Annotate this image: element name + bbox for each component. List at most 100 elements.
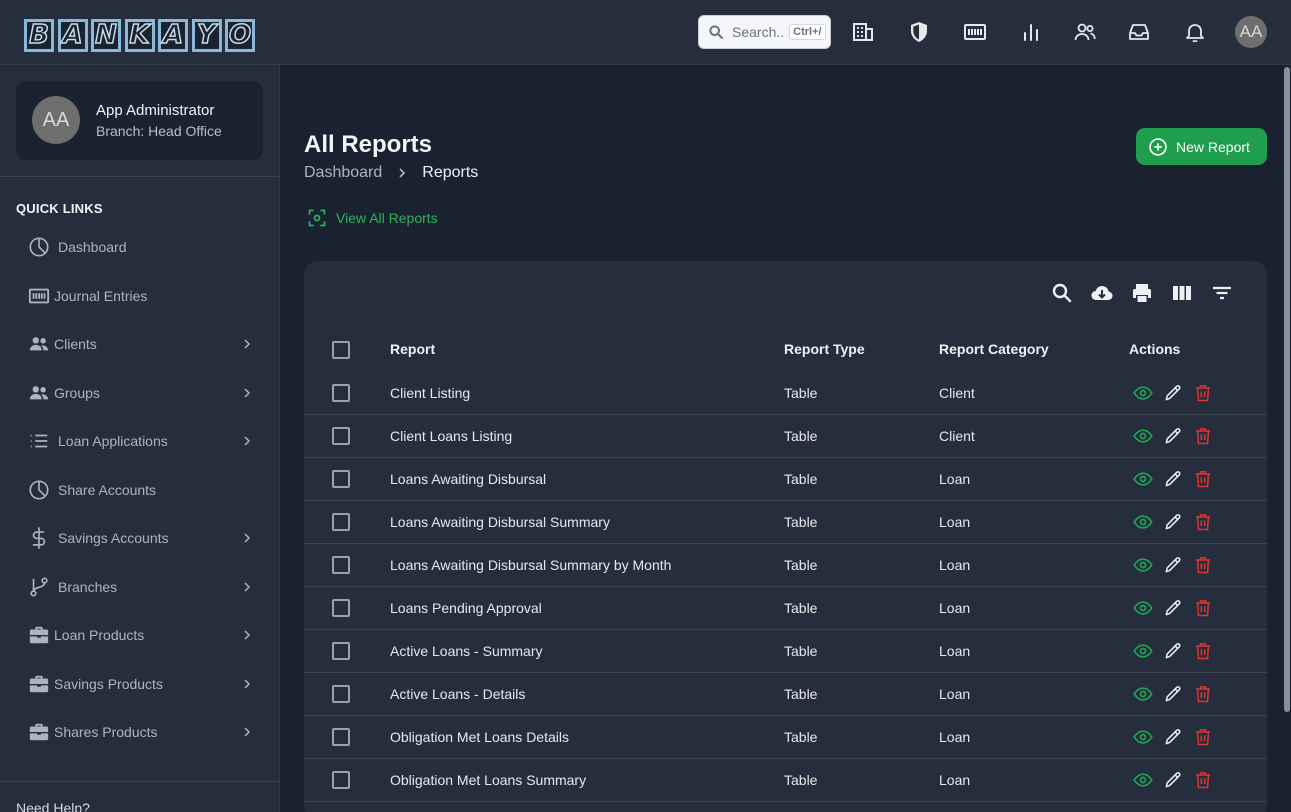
reports-table-card: Report Report Type Report Category Actio… xyxy=(304,261,1267,812)
table-row[interactable]: Active Loans - Summary Table Loan xyxy=(304,630,1267,673)
user-card[interactable]: AA App Administrator Branch: Head Office xyxy=(16,81,263,160)
view-eye-icon[interactable] xyxy=(1133,727,1153,747)
row-checkbox[interactable] xyxy=(332,470,350,488)
inbox-icon[interactable] xyxy=(1127,20,1151,44)
view-eye-icon[interactable] xyxy=(1133,641,1153,661)
table-row[interactable]: Obligation Met Loans Summary Table Loan xyxy=(304,759,1267,802)
row-checkbox[interactable] xyxy=(332,384,350,402)
delete-trash-icon[interactable] xyxy=(1193,770,1213,790)
chevron-right-icon xyxy=(244,727,251,737)
edit-pencil-icon[interactable] xyxy=(1163,555,1183,575)
report-name-cell[interactable]: Client Loans Listing xyxy=(390,428,512,444)
report-name-cell[interactable]: Loans Awaiting Disbursal Summary xyxy=(390,514,610,530)
report-category-cell: Loan xyxy=(939,514,971,530)
breadcrumb-dashboard-link[interactable]: Dashboard xyxy=(304,164,382,182)
delete-trash-icon[interactable] xyxy=(1193,684,1213,704)
report-name-cell[interactable]: Active Loans - Details xyxy=(390,686,525,702)
row-checkbox[interactable] xyxy=(332,599,350,617)
delete-trash-icon[interactable] xyxy=(1193,727,1213,747)
row-checkbox[interactable] xyxy=(332,728,350,746)
help-link[interactable]: Need Help? xyxy=(16,800,90,812)
search-icon[interactable] xyxy=(1050,281,1074,305)
view-eye-icon[interactable] xyxy=(1133,383,1153,403)
user-avatar[interactable]: AA xyxy=(1235,16,1267,48)
edit-pencil-icon[interactable] xyxy=(1163,727,1183,747)
column-header-report-category[interactable]: Report Category xyxy=(939,341,1049,357)
delete-trash-icon[interactable] xyxy=(1193,469,1213,489)
edit-pencil-icon[interactable] xyxy=(1163,641,1183,661)
report-name-cell[interactable]: Loans Awaiting Disbursal xyxy=(390,471,546,487)
cloud-download-icon[interactable] xyxy=(1090,281,1114,305)
table-row[interactable]: Client Loans Listing Table Client xyxy=(304,415,1267,458)
view-eye-icon[interactable] xyxy=(1133,469,1153,489)
column-header-report[interactable]: Report xyxy=(390,341,435,357)
print-icon[interactable] xyxy=(1130,281,1154,305)
view-eye-icon[interactable] xyxy=(1133,684,1153,704)
report-name-cell[interactable]: Active Loans - Summary xyxy=(390,643,543,659)
delete-trash-icon[interactable] xyxy=(1193,641,1213,661)
bell-icon[interactable] xyxy=(1183,20,1207,44)
users-icon[interactable] xyxy=(1073,20,1097,44)
delete-trash-icon[interactable] xyxy=(1193,426,1213,446)
edit-pencil-icon[interactable] xyxy=(1163,598,1183,618)
delete-trash-icon[interactable] xyxy=(1193,598,1213,618)
sidebar-item-branches[interactable]: Branches xyxy=(16,567,263,607)
sidebar-item-shares-products[interactable]: Shares Products xyxy=(16,712,263,752)
sidebar-item-clients[interactable]: Clients xyxy=(16,324,263,364)
row-checkbox[interactable] xyxy=(332,556,350,574)
delete-trash-icon[interactable] xyxy=(1193,555,1213,575)
view-eye-icon[interactable] xyxy=(1133,426,1153,446)
delete-trash-icon[interactable] xyxy=(1193,383,1213,403)
row-checkbox[interactable] xyxy=(332,642,350,660)
select-all-checkbox[interactable] xyxy=(332,341,350,359)
report-name-cell[interactable]: Obligation Met Loans Details xyxy=(390,729,569,745)
edit-pencil-icon[interactable] xyxy=(1163,469,1183,489)
table-row[interactable]: Loans Awaiting Disbursal Summary by Mont… xyxy=(304,544,1267,587)
columns-icon[interactable] xyxy=(1170,281,1194,305)
report-name-cell[interactable]: Loans Awaiting Disbursal Summary by Mont… xyxy=(390,557,671,573)
table-row[interactable]: Obligation Met Loans Details Table Loan xyxy=(304,716,1267,759)
ledger-icon[interactable] xyxy=(963,20,987,44)
table-row[interactable]: Active Loans - Details Table Loan xyxy=(304,673,1267,716)
view-eye-icon[interactable] xyxy=(1133,555,1153,575)
view-all-reports-link[interactable]: View All Reports xyxy=(307,208,438,228)
edit-pencil-icon[interactable] xyxy=(1163,512,1183,532)
sidebar-item-savings-accounts[interactable]: Savings Accounts xyxy=(16,518,263,558)
edit-pencil-icon[interactable] xyxy=(1163,770,1183,790)
sidebar-item-share-accounts[interactable]: Share Accounts xyxy=(16,470,263,510)
view-eye-icon[interactable] xyxy=(1133,598,1153,618)
shield-icon[interactable] xyxy=(907,20,931,44)
row-checkbox[interactable] xyxy=(332,513,350,531)
app-logo[interactable]: B A N K A Y O xyxy=(24,19,259,52)
filter-icon[interactable] xyxy=(1210,281,1234,305)
bar-chart-icon[interactable] xyxy=(1019,20,1043,44)
table-row[interactable]: Loans Pending Approval Table Loan xyxy=(304,587,1267,630)
new-report-button[interactable]: New Report xyxy=(1136,128,1267,165)
report-name-cell[interactable]: Obligation Met Loans Summary xyxy=(390,772,586,788)
report-name-cell[interactable]: Client Listing xyxy=(390,385,470,401)
sidebar-item-loan-products[interactable]: Loan Products xyxy=(16,615,263,655)
edit-pencil-icon[interactable] xyxy=(1163,684,1183,704)
report-name-cell[interactable]: Loans Pending Approval xyxy=(390,600,542,616)
column-header-report-type[interactable]: Report Type xyxy=(784,341,865,357)
view-eye-icon[interactable] xyxy=(1133,770,1153,790)
global-search-input[interactable]: Search.. Ctrl+/ xyxy=(698,15,831,49)
table-row[interactable]: Loans Awaiting Disbursal Summary Table Loa… xyxy=(304,501,1267,544)
edit-pencil-icon[interactable] xyxy=(1163,426,1183,446)
sidebar-item-dashboard[interactable]: Dashboard xyxy=(16,227,263,267)
scrollbar-thumb[interactable] xyxy=(1284,67,1290,712)
view-eye-icon[interactable] xyxy=(1133,512,1153,532)
page-scrollbar[interactable] xyxy=(1283,65,1291,812)
table-row[interactable]: Loans Awaiting Disbursal Table Loan xyxy=(304,458,1267,501)
row-checkbox[interactable] xyxy=(332,427,350,445)
sidebar-item-journal-entries[interactable]: Journal Entries xyxy=(16,276,263,316)
sidebar-item-groups[interactable]: Groups xyxy=(16,373,263,413)
table-row[interactable]: Client Listing Table Client xyxy=(304,372,1267,415)
delete-trash-icon[interactable] xyxy=(1193,512,1213,532)
row-checkbox[interactable] xyxy=(332,685,350,703)
building-icon[interactable] xyxy=(851,20,875,44)
edit-pencil-icon[interactable] xyxy=(1163,383,1183,403)
row-checkbox[interactable] xyxy=(332,771,350,789)
sidebar-item-loan-applications[interactable]: Loan Applications xyxy=(16,421,263,461)
sidebar-item-savings-products[interactable]: Savings Products xyxy=(16,664,263,704)
